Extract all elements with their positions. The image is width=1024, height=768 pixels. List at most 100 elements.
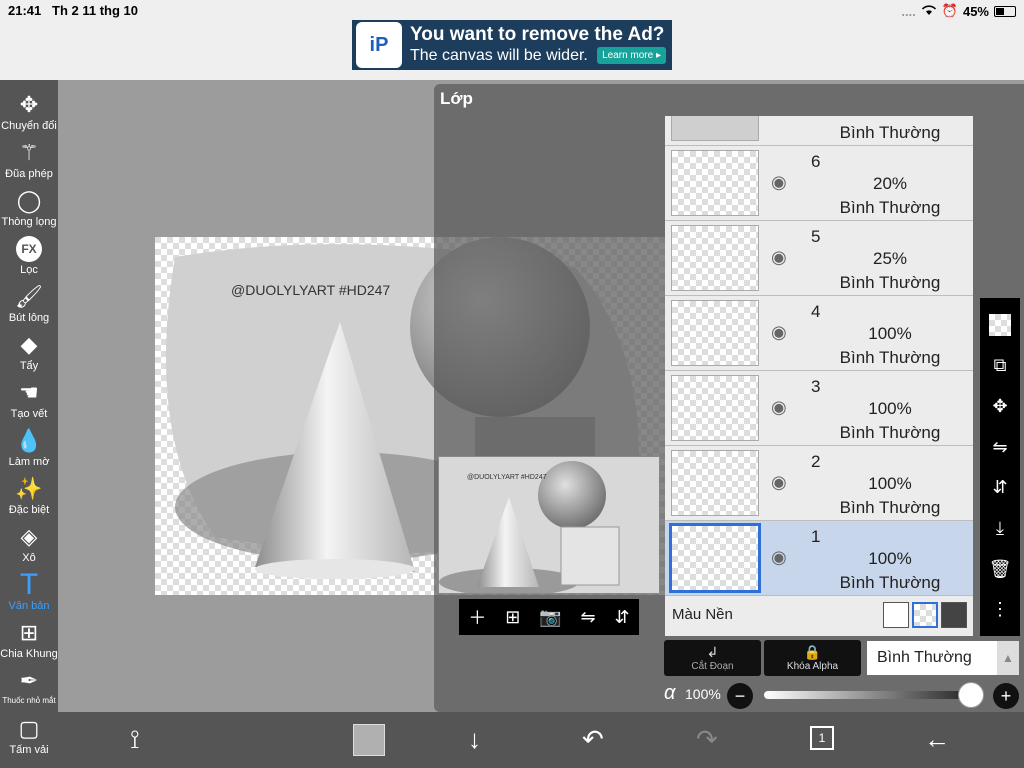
ad-learn-more-button[interactable]: Learn more ▸ [597,47,666,64]
layer-thumbnail [671,450,759,516]
layer-opacity: 100% [868,474,912,493]
tool-blur[interactable]: 💧 Làm mờ [0,426,58,468]
eye-icon[interactable]: ◉ [771,397,787,418]
arrow-down-icon[interactable]: ↓ [468,724,481,755]
tool-bucket[interactable]: ◈ Xô [0,522,58,564]
battery-icon [994,5,1016,17]
thumb-watermark: @DUOLYLYART #HD247 [467,474,547,481]
background-label: Màu Nền [672,606,733,623]
brush-settings-icon[interactable]: ⟟ [130,724,140,756]
alarm-icon: ⏰ [941,3,958,18]
blend-mode-arrow-icon[interactable]: ▲ [997,641,1019,675]
layer-row-2[interactable]: ◉ 2 100% Bình Thường [665,446,973,521]
opacity-slider[interactable] [764,691,974,699]
background-transparent-swatch[interactable] [912,602,938,628]
layer-blend-mode: Bình Thường [839,198,941,217]
status-right: .... ⏰ 45% [901,3,1016,19]
layer-panel-title: Lớp [440,89,473,108]
tool-filter[interactable]: FX Lọc [0,234,58,276]
undo-icon[interactable]: ↶ [582,724,604,755]
clipping-button[interactable]: ↲ Cắt Đoạn [664,640,761,676]
tool-frame-divide[interactable]: ⊞ Chia Khung [0,618,58,660]
layer-number: 5 [811,227,821,246]
status-date: Th 2 11 thg 10 [52,3,138,18]
bucket-icon: ◈ [20,524,38,549]
wifi-icon [921,4,937,19]
opacity-value: 100% [685,686,721,702]
redo-icon[interactable]: ↷ [696,724,718,755]
layer-thumbnail [671,150,759,216]
background-white-swatch[interactable] [883,602,909,628]
tool-text[interactable]: T Văn bản [0,568,58,612]
add-layer-icon[interactable]: ＋ [468,604,486,630]
layer-number: 2 [811,452,821,471]
tool-special[interactable]: ✨ Đặc biệt [0,474,58,516]
opacity-increase-button[interactable]: + [993,683,1019,709]
blur-icon: 💧 [15,428,43,453]
canvas-watermark: @DUOLYLYART #HD247 [231,282,390,298]
opacity-decrease-button[interactable]: − [727,683,753,709]
frame-divide-icon: ⊞ [19,620,39,645]
eye-icon[interactable]: ◉ [771,172,787,193]
add-layer-copy-icon[interactable]: ⊞ [505,607,520,628]
ad-banner[interactable]: iP You want to remove the Ad? The canvas… [352,20,672,70]
layer-number: 6 [811,152,821,171]
flip-vertical-icon[interactable]: ⇵ [614,607,629,628]
layer-row-5[interactable]: ◉ 5 25% Bình Thường [665,221,973,296]
tool-brush[interactable]: 🖌 Bút lông [0,282,58,324]
tool-canvas[interactable]: ▢ Tấm vải [0,714,58,756]
layer-opacity: 100% [868,399,912,418]
flip-vertical-icon[interactable]: ⇵ [992,477,1007,498]
layer-blend-mode: Bình Thường [839,348,941,367]
alpha-lock-button[interactable]: 🔒 Khóa Alpha [764,640,861,676]
layer-row-partial[interactable]: Bình Thường [665,116,973,146]
tool-lasso[interactable]: ◯ Thòng lọng [0,186,58,228]
bottom-toolbar: ⟟ ↓ ↶ ↷ 1 ← [58,712,1024,768]
status-bar: 21:41 Th 2 11 thg 10 .... ⏰ 45% iP You w… [0,0,1024,80]
flip-horizontal-icon[interactable]: ⇋ [581,607,596,628]
layer-list[interactable]: Bình Thường ◉ 6 20% Bình Thường ◉ 5 25% … [665,116,973,636]
blend-mode-select[interactable]: Bình Thường [867,641,997,675]
canvas-icon: ▢ [18,716,40,741]
tool-magic-wand[interactable]: ⚚ Đũa phép [0,138,58,180]
trash-icon[interactable]: 🗑 [989,559,1012,580]
layer-blend-mode: Bình Thường [839,123,941,142]
layer-row-4[interactable]: ◉ 4 100% Bình Thường [665,296,973,371]
fx-filter-icon: FX [16,234,42,264]
clipping-icon: ↲ [706,644,719,660]
tool-smudge[interactable]: ☚ Tạo vết [0,378,58,420]
background-color-row: Màu Nền [665,596,973,636]
lasso-icon: ◯ [16,188,42,213]
layer-number: 3 [811,377,821,396]
eye-icon[interactable]: ◉ [771,322,787,343]
layers-count-button[interactable]: 1 [810,726,834,750]
move-icon[interactable]: ✥ [992,396,1007,417]
opacity-slider-knob[interactable] [958,682,984,708]
layer-row-3[interactable]: ◉ 3 100% Bình Thường [665,371,973,446]
tool-eraser[interactable]: ◆ Tẩy [0,330,58,372]
layer-row-1[interactable]: ◉ 1 100% Bình Thường [665,521,973,596]
back-arrow-icon[interactable]: ← [924,724,950,755]
eye-icon[interactable]: ◉ [771,472,787,493]
more-icon[interactable]: ⋮ [991,599,1009,620]
signal-icon: .... [901,3,916,19]
layer-opacity: 25% [872,249,908,268]
tool-transform[interactable]: ✥ Chuyển đổi [0,90,58,132]
layer-transfer-icon[interactable]: ⧉ [994,355,1007,376]
layer-row-6[interactable]: ◉ 6 20% Bình Thường [665,146,973,221]
merge-down-icon[interactable]: ⤓ [996,518,1004,539]
background-dark-swatch[interactable] [941,602,967,628]
camera-icon[interactable]: 📷 [539,607,561,628]
current-color-swatch[interactable] [353,724,385,756]
layer-actions-bar: ＋ ⊞ 📷 ⇋ ⇵ [459,599,639,635]
layer-blend-mode: Bình Thường [839,498,941,517]
layer-side-toolbar: ⧉ ✥ ⇋ ⇵ ⤓ 🗑 ⋮ [980,298,1020,636]
eye-icon[interactable]: ◉ [771,547,787,568]
checker-icon[interactable] [989,313,1011,336]
eye-icon[interactable]: ◉ [771,247,787,268]
canvas-preview-thumbnail[interactable]: @DUOLYLYART #HD247 [438,456,660,594]
layer-blend-mode: Bình Thường [839,423,941,442]
tool-eyedropper[interactable]: ✒ Thuốc nhỏ mắt [0,666,58,705]
layer-thumbnail [669,523,761,593]
flip-horizontal-icon[interactable]: ⇋ [992,437,1007,458]
